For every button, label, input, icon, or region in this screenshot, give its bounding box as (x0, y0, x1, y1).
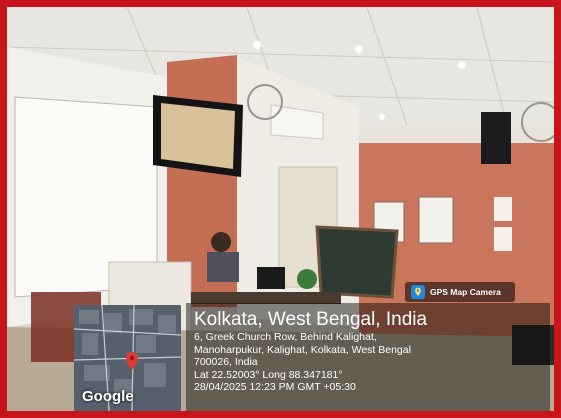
wall-band (359, 125, 554, 143)
gps-map-camera-badge: GPS Map Camera (405, 282, 515, 302)
speaker-person (211, 232, 231, 252)
timestamp: 28/04/2025 12:23 PM GMT +05:30 (194, 381, 356, 393)
laptop (257, 267, 285, 289)
tv-screen (161, 103, 235, 169)
gps-camera-icon (411, 285, 425, 299)
chalkboard (315, 225, 399, 299)
address-line: 700026, India (194, 356, 258, 368)
map-thumbnail: Google (74, 305, 181, 411)
map-pin-icon (126, 352, 138, 370)
speaker (481, 112, 511, 164)
poster-2 (418, 196, 454, 244)
address-line: 6, Greek Church Row, Behind Kalighat, (194, 331, 377, 343)
badge-label: GPS Map Camera (430, 287, 501, 297)
geotag-overlay: Google Kolkata, West Bengal, India 6, Gr… (74, 303, 554, 411)
potted-plant (297, 269, 317, 289)
wall-sign-1 (494, 197, 512, 221)
wall-sign-2 (494, 227, 512, 251)
map-attribution: Google (82, 388, 134, 405)
address-line: Manoharpukur, Kalighat, Kolkata, West Be… (194, 343, 411, 356)
location-info: Kolkata, West Bengal, India 6, Greek Chu… (186, 303, 550, 411)
speaker-body (207, 252, 239, 282)
photo-frame: GPS Map Camera Google Kolkata, West Beng… (0, 0, 561, 418)
coordinates: Lat 22.52003° Long 88.347181° (194, 368, 343, 381)
location-title: Kolkata, West Bengal, India (194, 309, 428, 330)
